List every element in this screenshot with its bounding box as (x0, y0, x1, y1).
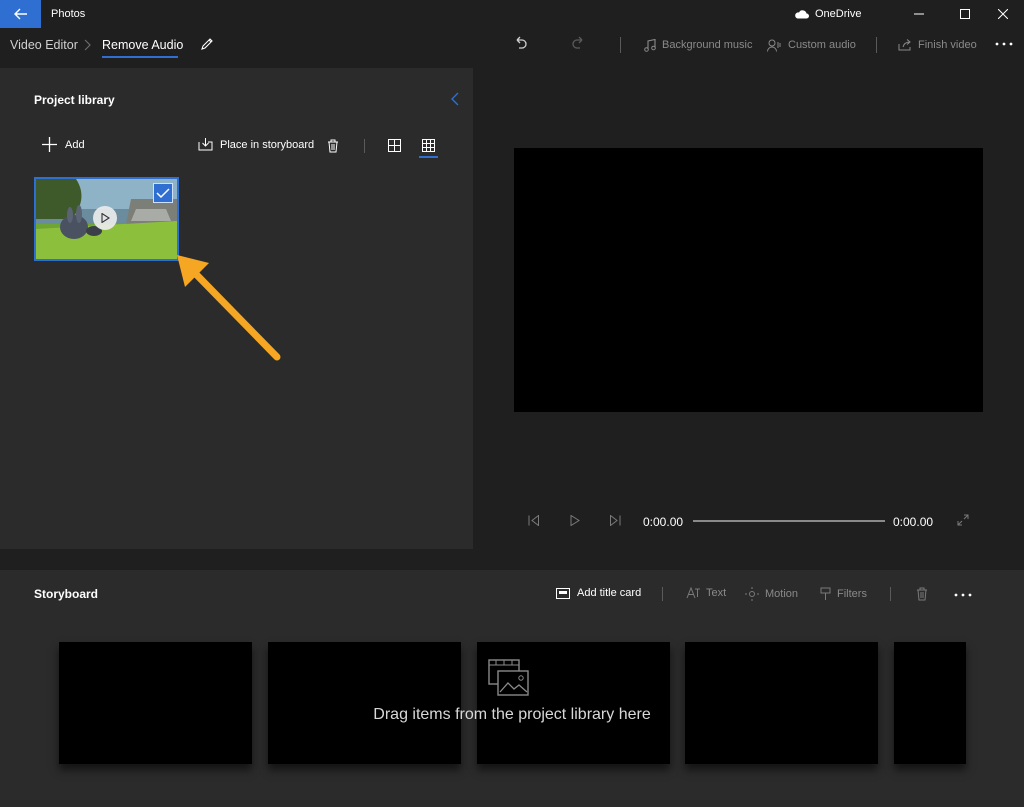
onedrive-label[interactable]: OneDrive (815, 8, 861, 20)
finish-video-button[interactable]: Finish video (898, 35, 977, 55)
storyboard-delete-icon[interactable] (916, 587, 928, 601)
total-time: 0:00.00 (893, 515, 934, 529)
background-music-button[interactable]: Background music (644, 35, 753, 55)
place-in-storyboard-label: Place in storyboard (220, 138, 315, 151)
toolbar-divider (620, 37, 621, 53)
image-placeholder-icon (488, 659, 530, 697)
add-label: Add (65, 138, 85, 151)
storyboard-slot[interactable] (268, 642, 461, 764)
breadcrumb-underline (102, 56, 178, 58)
chevron-right-icon (84, 39, 92, 51)
finish-video-label: Finish video (918, 39, 977, 51)
fullscreen-expand-icon[interactable] (957, 514, 969, 526)
music-note-icon (644, 38, 656, 52)
storyboard-more-icon[interactable] (954, 593, 972, 597)
more-options-icon[interactable] (995, 42, 1013, 46)
text-button[interactable]: Text (686, 587, 726, 599)
custom-audio-label: Custom audio (788, 39, 856, 51)
play-icon[interactable] (570, 515, 580, 526)
storyboard-drop-hint: Drag items from the project library here (373, 706, 651, 723)
next-frame-icon[interactable] (609, 515, 621, 526)
storyboard-title: Storyboard (34, 587, 99, 601)
rename-pencil-icon[interactable] (200, 37, 214, 51)
annotation-arrow (172, 250, 287, 365)
minimize-icon (914, 13, 924, 15)
panel-gap (0, 549, 1024, 570)
checkmark-icon (156, 188, 170, 199)
plus-icon (42, 137, 57, 152)
motion-label: Motion (765, 588, 799, 600)
minimize-button[interactable] (896, 0, 942, 28)
play-overlay-button[interactable] (93, 206, 117, 230)
library-divider (364, 139, 365, 153)
seek-bar[interactable] (693, 520, 885, 522)
place-in-storyboard-icon (198, 138, 213, 151)
previous-frame-icon[interactable] (528, 515, 540, 526)
storyboard-slot[interactable] (59, 642, 252, 764)
delete-icon[interactable] (327, 139, 339, 153)
motion-button[interactable]: Motion (745, 587, 798, 601)
play-icon (100, 213, 110, 223)
close-icon (998, 9, 1008, 19)
motion-icon (745, 587, 759, 601)
text-icon (686, 587, 700, 599)
place-in-storyboard-button[interactable]: Place in storyboard (198, 138, 314, 151)
back-button[interactable] (0, 0, 41, 28)
add-title-card-label: Add title card (577, 587, 642, 599)
view-selected-indicator (419, 156, 438, 158)
filters-label: Filters (837, 588, 867, 600)
back-arrow-icon (13, 8, 27, 20)
maximize-icon (960, 9, 970, 19)
toolbar-divider (876, 37, 877, 53)
current-time: 0:00.00 (643, 515, 684, 529)
large-grid-icon[interactable] (388, 139, 401, 152)
video-preview[interactable] (514, 148, 983, 412)
small-grid-icon[interactable] (422, 139, 435, 152)
storyboard-slot[interactable] (894, 642, 966, 764)
storyboard-slot[interactable] (685, 642, 878, 764)
close-button[interactable] (980, 0, 1024, 28)
title-card-icon (556, 587, 570, 599)
share-export-icon (898, 39, 911, 51)
collapse-chevron-icon[interactable] (451, 92, 460, 106)
custom-audio-button[interactable]: Custom audio (767, 35, 856, 55)
person-audio-icon (767, 39, 781, 52)
add-button[interactable]: Add (42, 137, 85, 152)
selection-checkbox[interactable] (153, 183, 173, 203)
title-bar (0, 0, 1024, 28)
background-music-label: Background music (662, 39, 753, 51)
breadcrumb-video-editor[interactable]: Video Editor (10, 38, 78, 52)
filters-button[interactable]: Filters (820, 587, 867, 601)
onedrive-cloud-icon (794, 9, 809, 19)
project-library-title: Project library (34, 93, 115, 107)
app-title: Photos (51, 8, 86, 20)
undo-icon[interactable] (513, 36, 528, 51)
redo-icon[interactable] (571, 36, 586, 51)
add-title-card-button[interactable]: Add title card (556, 587, 641, 599)
breadcrumb-current-project[interactable]: Remove Audio (102, 38, 183, 52)
text-label: Text (706, 587, 727, 599)
storyboard-divider (662, 587, 663, 601)
storyboard-divider (890, 587, 891, 601)
filters-brush-icon (820, 587, 831, 600)
